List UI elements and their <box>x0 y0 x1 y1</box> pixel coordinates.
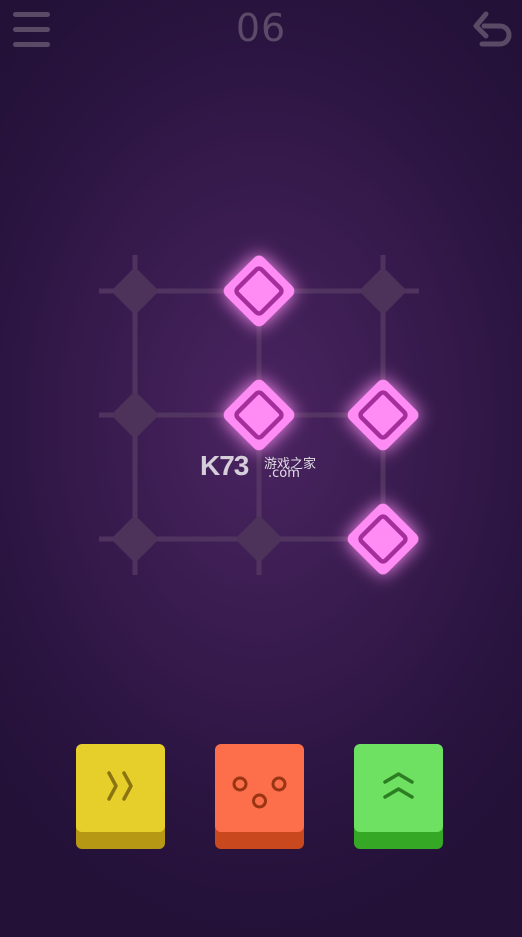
double-chevron-right-icon <box>107 771 133 801</box>
active-tile-glow <box>223 255 295 327</box>
puzzle-board: K73 游戏之家 .com <box>0 0 522 700</box>
inactive-node-shape <box>361 269 405 313</box>
inactive-node[interactable] <box>111 267 159 315</box>
active-tile-glow <box>347 379 419 451</box>
three-dots-icon <box>232 776 287 809</box>
inactive-node-shape <box>113 393 157 437</box>
active-tile[interactable] <box>221 253 297 329</box>
active-tile[interactable] <box>345 377 421 453</box>
inactive-node-shape <box>113 269 157 313</box>
inactive-node[interactable] <box>235 515 283 563</box>
green-up-button[interactable] <box>354 744 443 849</box>
inactive-node[interactable] <box>111 391 159 439</box>
double-chevron-up-icon <box>383 772 414 799</box>
inactive-node[interactable] <box>111 515 159 563</box>
inactive-node-shape <box>113 517 157 561</box>
orange-action-button[interactable] <box>215 744 304 849</box>
active-tile[interactable] <box>221 377 297 453</box>
active-tile[interactable] <box>345 501 421 577</box>
puzzle-grid <box>93 249 425 581</box>
inactive-node-shape <box>237 517 281 561</box>
yellow-forward-button[interactable] <box>76 744 165 849</box>
inactive-node[interactable] <box>359 267 407 315</box>
active-tile-glow <box>347 503 419 575</box>
active-tile-glow <box>223 379 295 451</box>
